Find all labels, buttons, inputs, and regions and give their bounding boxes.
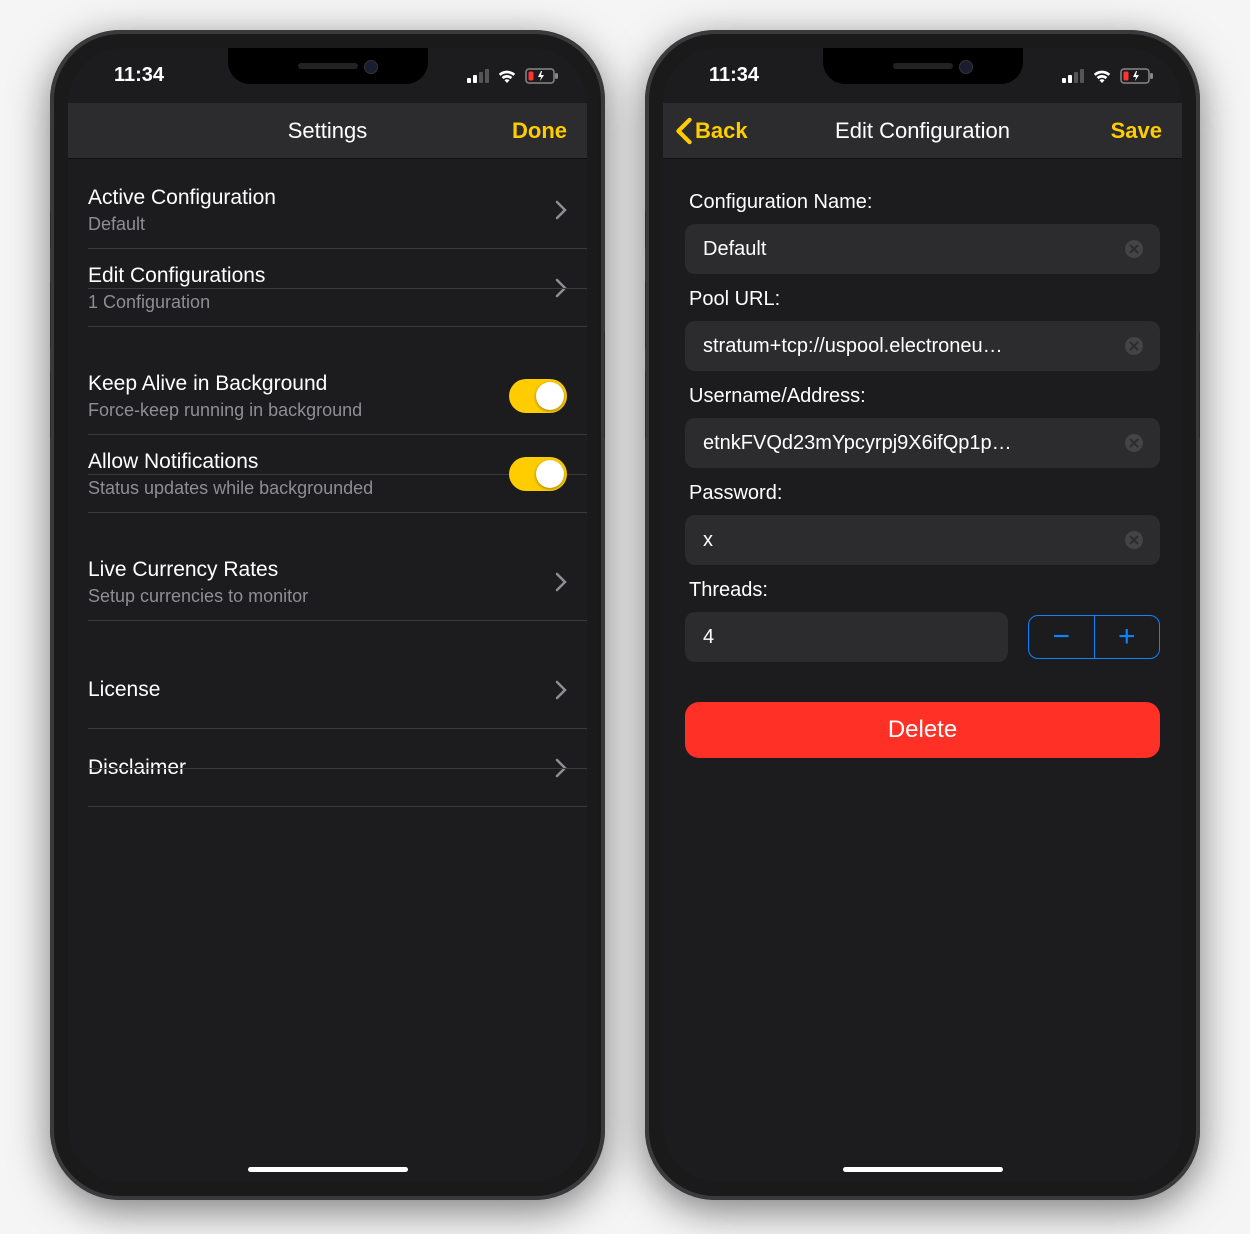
config-name-label: Configuration Name:: [689, 191, 1156, 214]
row-sub: Status updates while backgrounded: [88, 478, 509, 499]
page-title: Settings: [288, 118, 368, 144]
config-name-input[interactable]: [701, 237, 1114, 262]
signal-icon: [1062, 69, 1084, 83]
password-label: Password:: [689, 482, 1156, 505]
username-input[interactable]: [701, 431, 1114, 456]
row-title: Allow Notifications: [88, 450, 509, 474]
edit-configurations-row[interactable]: Edit Configurations 1 Configuration: [68, 249, 587, 327]
row-title: Keep Alive in Background: [88, 372, 509, 396]
keep-alive-toggle[interactable]: [509, 379, 567, 413]
edit-config-phone: 11:34 Back Edit Configuration Save Conf: [645, 30, 1200, 1200]
threads-stepper: − +: [1028, 615, 1160, 659]
battery-icon: [525, 68, 559, 84]
chevron-right-icon: [555, 278, 567, 298]
done-button[interactable]: Done: [512, 103, 567, 158]
stepper-plus-button[interactable]: +: [1094, 616, 1160, 658]
wifi-icon: [1091, 68, 1113, 84]
row-title: Edit Configurations: [88, 264, 555, 288]
username-label: Username/Address:: [689, 385, 1156, 408]
threads-label: Threads:: [689, 579, 1156, 602]
row-sub: Default: [88, 214, 555, 235]
active-configuration-row[interactable]: Active Configuration Default: [68, 171, 587, 249]
disclaimer-row[interactable]: Disclaimer: [68, 729, 587, 807]
save-button[interactable]: Save: [1111, 103, 1162, 158]
pool-url-label: Pool URL:: [689, 288, 1156, 311]
row-sub: Force-keep running in background: [88, 400, 509, 421]
keep-alive-row: Keep Alive in Background Force-keep runn…: [68, 357, 587, 435]
back-label: Back: [695, 118, 748, 144]
delete-button[interactable]: Delete: [685, 702, 1160, 758]
row-sub: Setup currencies to monitor: [88, 586, 555, 607]
page-title: Edit Configuration: [835, 118, 1010, 144]
nav-bar: Settings Done: [68, 103, 587, 159]
clear-icon[interactable]: [1124, 433, 1144, 453]
row-sub: 1 Configuration: [88, 292, 555, 313]
clear-icon[interactable]: [1124, 239, 1144, 259]
chevron-right-icon: [555, 680, 567, 700]
battery-icon: [1120, 68, 1154, 84]
home-indicator[interactable]: [843, 1167, 1003, 1172]
stepper-minus-button[interactable]: −: [1029, 616, 1094, 658]
chevron-right-icon: [555, 572, 567, 592]
chevron-right-icon: [555, 758, 567, 778]
license-row[interactable]: License: [68, 651, 587, 729]
allow-notifications-row: Allow Notifications Status updates while…: [68, 435, 587, 513]
chevron-right-icon: [555, 200, 567, 220]
wifi-icon: [496, 68, 518, 84]
home-indicator[interactable]: [248, 1167, 408, 1172]
row-title: License: [88, 678, 555, 702]
password-input[interactable]: [701, 528, 1114, 553]
row-title: Live Currency Rates: [88, 558, 555, 582]
clear-icon[interactable]: [1124, 530, 1144, 550]
nav-bar: Back Edit Configuration Save: [663, 103, 1182, 159]
back-button[interactable]: Back: [675, 103, 748, 158]
clear-icon[interactable]: [1124, 336, 1144, 356]
status-time: 11:34: [96, 64, 164, 87]
settings-phone: 11:34 Settings Done Active Configuration: [50, 30, 605, 1200]
row-title: Active Configuration: [88, 186, 555, 210]
row-title: Disclaimer: [88, 756, 555, 780]
status-time: 11:34: [691, 64, 759, 87]
notifications-toggle[interactable]: [509, 457, 567, 491]
pool-url-input[interactable]: [701, 334, 1114, 359]
live-currency-rates-row[interactable]: Live Currency Rates Setup currencies to …: [68, 543, 587, 621]
threads-input[interactable]: [701, 625, 992, 650]
signal-icon: [467, 69, 489, 83]
